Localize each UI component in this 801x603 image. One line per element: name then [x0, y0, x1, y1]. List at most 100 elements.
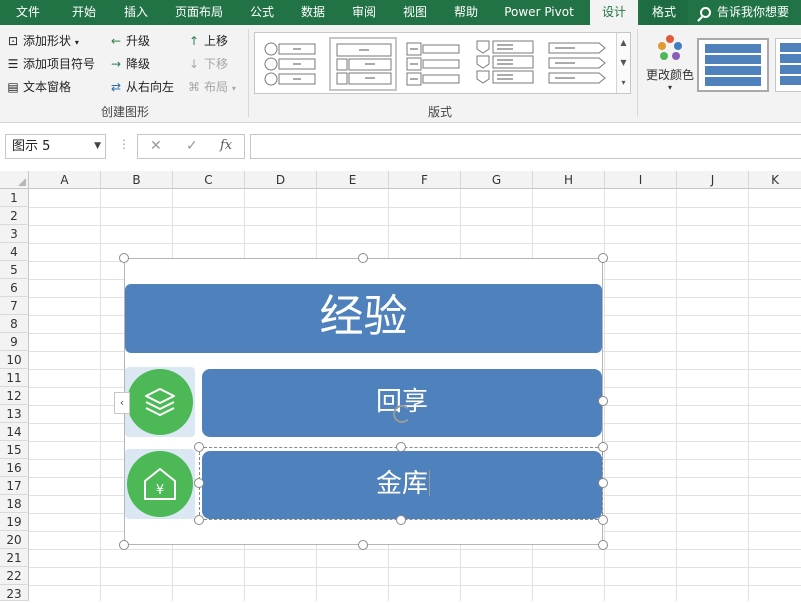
row-header[interactable]: 8 [0, 315, 29, 333]
row-header[interactable]: 1 [0, 189, 29, 207]
gallery-scroll[interactable]: ▲ ▼ ▾ [616, 33, 630, 93]
cancel-icon[interactable]: ✕ [150, 138, 162, 154]
column-header[interactable]: J [677, 171, 749, 189]
layout-button[interactable]: ⌘ 布局 ▾ [187, 77, 236, 97]
tab-file[interactable]: 文件 [4, 0, 52, 25]
tab-review[interactable]: 审阅 [341, 0, 387, 25]
tab-view[interactable]: 视图 [393, 0, 437, 25]
promote-button[interactable]: ← 升级 [109, 31, 150, 51]
tab-home[interactable]: 开始 [58, 0, 110, 25]
tab-data[interactable]: 数据 [291, 0, 335, 25]
layers-circle[interactable] [127, 369, 193, 435]
row-header[interactable]: 5 [0, 261, 29, 279]
add-shape-button[interactable]: ⊡ 添加形状 ▾ [6, 31, 79, 51]
resize-handle[interactable] [396, 442, 406, 452]
row-header[interactable]: 19 [0, 513, 29, 531]
frame-resize-handle[interactable] [598, 253, 608, 263]
gallery-more-icon[interactable]: ▾ [617, 73, 630, 93]
column-header[interactable]: G [461, 171, 533, 189]
layout-thumb-vertical-chevron-list[interactable] [473, 37, 541, 91]
smartart-title-shape[interactable]: 经验 [125, 284, 602, 353]
row-header[interactable]: 18 [0, 495, 29, 513]
formula-input[interactable] [250, 134, 801, 159]
layout-thumb-vertical-circle-list[interactable] [259, 37, 327, 91]
tab-power-pivot[interactable]: Power Pivot [496, 0, 582, 25]
row-header[interactable]: 7 [0, 297, 29, 315]
scroll-down-icon[interactable]: ▼ [617, 53, 630, 73]
scroll-up-icon[interactable]: ▲ [617, 33, 630, 53]
smartart-item-box[interactable]: 回享 [202, 369, 602, 437]
tab-design[interactable]: 设计 [590, 0, 638, 25]
row-header[interactable]: 20 [0, 531, 29, 549]
tab-page-layout[interactable]: 页面布局 [166, 0, 232, 25]
row-header[interactable]: 4 [0, 243, 29, 261]
row-header[interactable]: 9 [0, 333, 29, 351]
frame-resize-handle[interactable] [119, 540, 129, 550]
more-dots-icon[interactable]: ⋮ [118, 137, 130, 151]
layout-thumb-arrow-list[interactable] [545, 37, 613, 91]
add-bullet-button[interactable]: ☰ 添加项目符号 [6, 54, 95, 74]
palette-icon [658, 35, 682, 60]
row-header[interactable]: 16 [0, 459, 29, 477]
right-to-left-button[interactable]: ⇄ 从右向左 [109, 77, 174, 97]
tab-insert[interactable]: 插入 [112, 0, 160, 25]
move-down-button[interactable]: ↓ 下移 [187, 54, 228, 74]
row-header[interactable]: 11 [0, 369, 29, 387]
row-header[interactable]: 14 [0, 423, 29, 441]
chevron-down-icon[interactable]: ▼ [94, 135, 101, 158]
tab-formulas[interactable]: 公式 [240, 0, 284, 25]
text-pane-toggle[interactable]: ‹ [114, 392, 130, 414]
row-header[interactable]: 15 [0, 441, 29, 459]
frame-resize-handle[interactable] [598, 540, 608, 550]
column-header[interactable]: D [245, 171, 317, 189]
change-colors-button[interactable]: 更改颜色 ▾ [644, 33, 696, 92]
row-header[interactable]: 6 [0, 279, 29, 297]
resize-handle[interactable] [598, 442, 608, 452]
column-header[interactable]: K [749, 171, 801, 189]
column-header[interactable]: H [533, 171, 605, 189]
tell-me-search[interactable]: 告诉我你想要 [700, 0, 789, 25]
row-header[interactable]: 13 [0, 405, 29, 423]
resize-handle[interactable] [396, 515, 406, 525]
layout-thumb-selected[interactable] [329, 37, 397, 91]
row-header[interactable]: 2 [0, 207, 29, 225]
resize-handle[interactable] [194, 515, 204, 525]
column-header[interactable]: F [389, 171, 461, 189]
row-header[interactable]: 22 [0, 567, 29, 585]
column-header[interactable]: C [173, 171, 245, 189]
insert-function-icon[interactable]: fx [220, 138, 232, 153]
enter-icon[interactable]: ✓ [186, 138, 198, 154]
frame-resize-handle[interactable] [119, 253, 129, 263]
row-header[interactable]: 21 [0, 549, 29, 567]
select-all-corner[interactable] [0, 171, 29, 189]
row-header[interactable]: 23 [0, 585, 29, 601]
smartart-style-option[interactable] [775, 38, 801, 92]
column-header[interactable]: E [317, 171, 389, 189]
resize-handle[interactable] [194, 442, 204, 452]
chevron-left-icon: ‹ [119, 396, 125, 409]
demote-button[interactable]: → 降级 [109, 54, 150, 74]
column-header[interactable]: B [101, 171, 173, 189]
tab-format[interactable]: 格式 [640, 0, 688, 25]
row-header[interactable]: 12 [0, 387, 29, 405]
frame-resize-handle[interactable] [598, 396, 608, 406]
frame-resize-handle[interactable] [358, 540, 368, 550]
tab-help[interactable]: 帮助 [444, 0, 488, 25]
smartart-style-selected[interactable] [697, 38, 769, 92]
row-header[interactable]: 10 [0, 351, 29, 369]
name-box[interactable]: 图示 5 ▼ [5, 134, 106, 159]
row-header[interactable]: 17 [0, 477, 29, 495]
column-header[interactable]: I [605, 171, 677, 189]
yuan-house-circle[interactable]: ¥ [127, 451, 193, 517]
formula-buttons: ✕ ✓ fx [137, 134, 245, 159]
text-pane-button[interactable]: ▤ 文本窗格 [6, 77, 71, 97]
resize-handle[interactable] [598, 515, 608, 525]
resize-handle[interactable] [598, 478, 608, 488]
frame-resize-handle[interactable] [358, 253, 368, 263]
layout-thumb-vertical-box-list[interactable] [401, 37, 469, 91]
column-header[interactable]: A [29, 171, 101, 189]
rotate-handle-icon[interactable] [393, 405, 411, 423]
row-header[interactable]: 3 [0, 225, 29, 243]
resize-handle[interactable] [194, 478, 204, 488]
move-up-button[interactable]: ↑ 上移 [187, 31, 228, 51]
